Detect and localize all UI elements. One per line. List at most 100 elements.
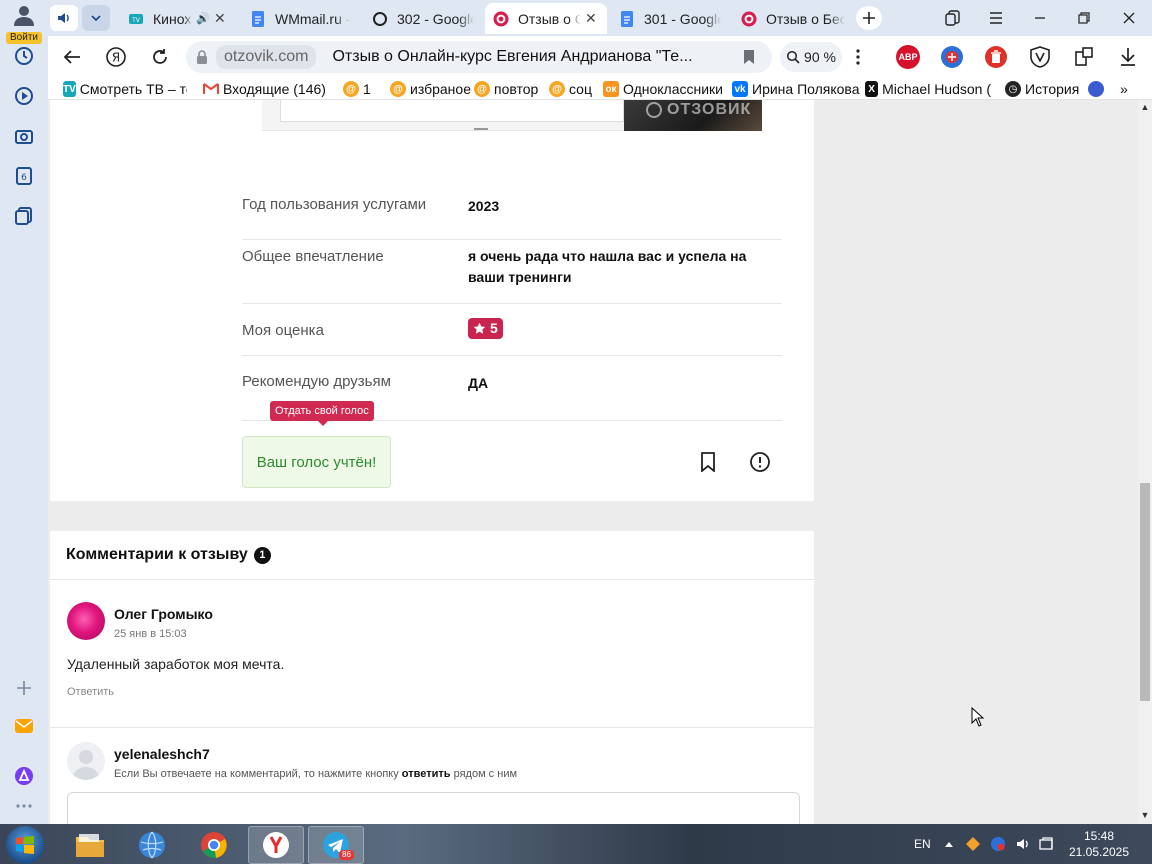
at-icon: @ [343,81,359,97]
zoom-indicator[interactable]: 90 % [780,42,842,72]
bookmarks-overflow-icon[interactable]: » [1120,80,1128,98]
close-icon[interactable]: ✕ [214,10,228,27]
omnibox-page-title[interactable]: Отзыв о Онлайн-курс Евгения Андрианова "… [332,48,712,66]
mail-app-icon[interactable] [12,714,36,738]
adblock-plus-icon[interactable]: ABP [896,45,920,69]
collections-toolbar-icon[interactable] [940,6,966,30]
yandex-logo-icon[interactable]: Я [104,45,128,69]
close-icon[interactable]: ✕ [585,10,599,27]
comment-author[interactable]: Олег Громыко [114,606,213,622]
collections-icon[interactable] [12,204,36,228]
tab-301-google[interactable]: 301 - Google [611,3,729,34]
bookmark-x-michael[interactable]: X Michael Hudson ( [865,80,991,98]
omnibox[interactable]: otzovik.com Отзыв о Онлайн-курс Евгения … [186,41,772,73]
tabs-dropdown-button[interactable] [82,5,110,31]
tab-kinohi[interactable]: TV Кинохи 🔊 ✕ [120,3,236,34]
reload-icon[interactable] [148,45,172,69]
page-scrollbar[interactable]: ▲ ▼ [1138,100,1152,824]
restore-icon[interactable] [1071,6,1097,30]
at-icon: @ [390,81,406,97]
back-arrow-icon[interactable] [60,45,84,69]
at-icon: @ [549,81,565,97]
login-button[interactable]: Войти [6,4,42,44]
bookmark-1[interactable]: @1 [343,80,371,98]
app-icon [1088,81,1104,97]
user-avatar-icon [14,6,34,26]
zoom-level: 90 % [804,49,836,65]
tab-otzovik-besp[interactable]: Отзыв о Бесп [733,3,853,34]
minimize-icon[interactable] [1027,6,1053,30]
tab-audio-playing-icon[interactable]: 🔊 [196,12,210,25]
close-window-icon[interactable] [1116,6,1142,30]
alice-assistant-icon[interactable] [12,764,36,788]
folder-icon [76,834,104,857]
system-clock[interactable]: 15:48 21.05.2025 [1066,828,1132,860]
taskbar-telegram[interactable]: 86 [308,826,364,864]
new-tab-button[interactable] [856,6,882,30]
mouse-cursor-icon [971,707,985,727]
image-carousel-indicator[interactable] [474,128,488,130]
bookmark-inbox[interactable]: Входящие (146) - [203,80,327,98]
login-label: Войти [6,32,42,44]
compose-hint: Если Вы отвечаете на комментарий, то наж… [114,768,518,780]
tray-expand-icon[interactable] [944,824,954,864]
clock-date: 21.05.2025 [1068,845,1130,859]
menu-icon[interactable] [983,6,1009,30]
volume-icon[interactable] [1015,824,1031,864]
compose-author: yelenaleshch7 [114,746,210,762]
tray-network-extension-icon[interactable] [990,824,1006,864]
report-icon[interactable] [748,450,772,474]
vivaldi-shield-icon[interactable] [1028,45,1052,69]
taskbar-chrome[interactable] [186,826,242,864]
tab-audio-button[interactable] [50,5,78,31]
media-player-icon[interactable] [12,84,36,108]
screenshot-icon[interactable] [12,124,36,148]
bookmark-social[interactable]: @ соц [549,80,592,98]
scroll-up-icon[interactable]: ▲ [1140,102,1150,112]
avatar[interactable] [67,602,105,640]
detail-label: Моя оценка [242,322,324,339]
more-dots-icon[interactable] [12,794,36,818]
bookmark-extra[interactable] [1088,80,1108,98]
tray-app-icon[interactable] [965,824,981,864]
trash-extension-icon[interactable] [984,45,1008,69]
taskbar-ie[interactable] [124,826,180,864]
bookmark-repeat[interactable]: @ повтор [474,80,538,98]
bookmark-favorites[interactable]: @ избраное [390,80,471,98]
tab-302-google[interactable]: 302 - Google [364,3,482,34]
more-vertical-icon[interactable] [846,45,870,69]
bookmark-add-icon[interactable] [742,49,756,65]
add-panel-icon[interactable] [12,676,36,700]
reply-link[interactable]: Ответить [67,686,114,698]
comment-input[interactable] [67,792,800,824]
scrollbar-thumb[interactable] [1140,483,1150,701]
svg-text:6: 6 [21,173,27,183]
bookmark-tv[interactable]: TV Смотреть ТВ – те [63,80,187,98]
tab-otzovik-active[interactable]: Отзыв о С ✕ [485,3,607,34]
download-icon[interactable] [1116,45,1140,69]
bookmark-review-icon[interactable] [696,450,720,474]
notes-six-icon[interactable]: 6 [12,164,36,188]
translate-extension-icon[interactable] [940,45,964,69]
bookmark-history[interactable]: ◷ История [1005,80,1079,98]
scroll-down-icon[interactable]: ▼ [1140,810,1150,820]
tab-wmmail[interactable]: WMmail.ru - с [242,3,358,34]
domain-chip[interactable]: otzovik.com [216,45,317,69]
language-indicator[interactable]: EN [914,824,931,864]
extensions-puzzle-icon[interactable] [1072,45,1096,69]
windows-logo-icon [16,836,34,854]
action-center-icon[interactable] [1038,824,1054,864]
history-clock-icon[interactable] [12,44,36,68]
clock-time: 15:48 [1083,829,1115,843]
bookmark-odnoklassniki[interactable]: ок Одноклассники [603,80,723,98]
lock-icon[interactable] [196,50,208,64]
comment-date: 25 янв в 15:03 [114,628,187,640]
start-button[interactable] [6,826,44,864]
avatar [67,742,105,780]
comments-count: 1 [253,546,271,564]
taskbar-explorer[interactable] [62,826,118,864]
taskbar-yandex[interactable] [248,826,304,864]
vote-status-box[interactable]: Ваш голос учтён! [242,436,391,488]
bookmark-vk[interactable]: vk Ирина Полякова [732,80,860,98]
detail-row-impression: Общее впечатление я очень рада что нашла… [242,248,782,304]
